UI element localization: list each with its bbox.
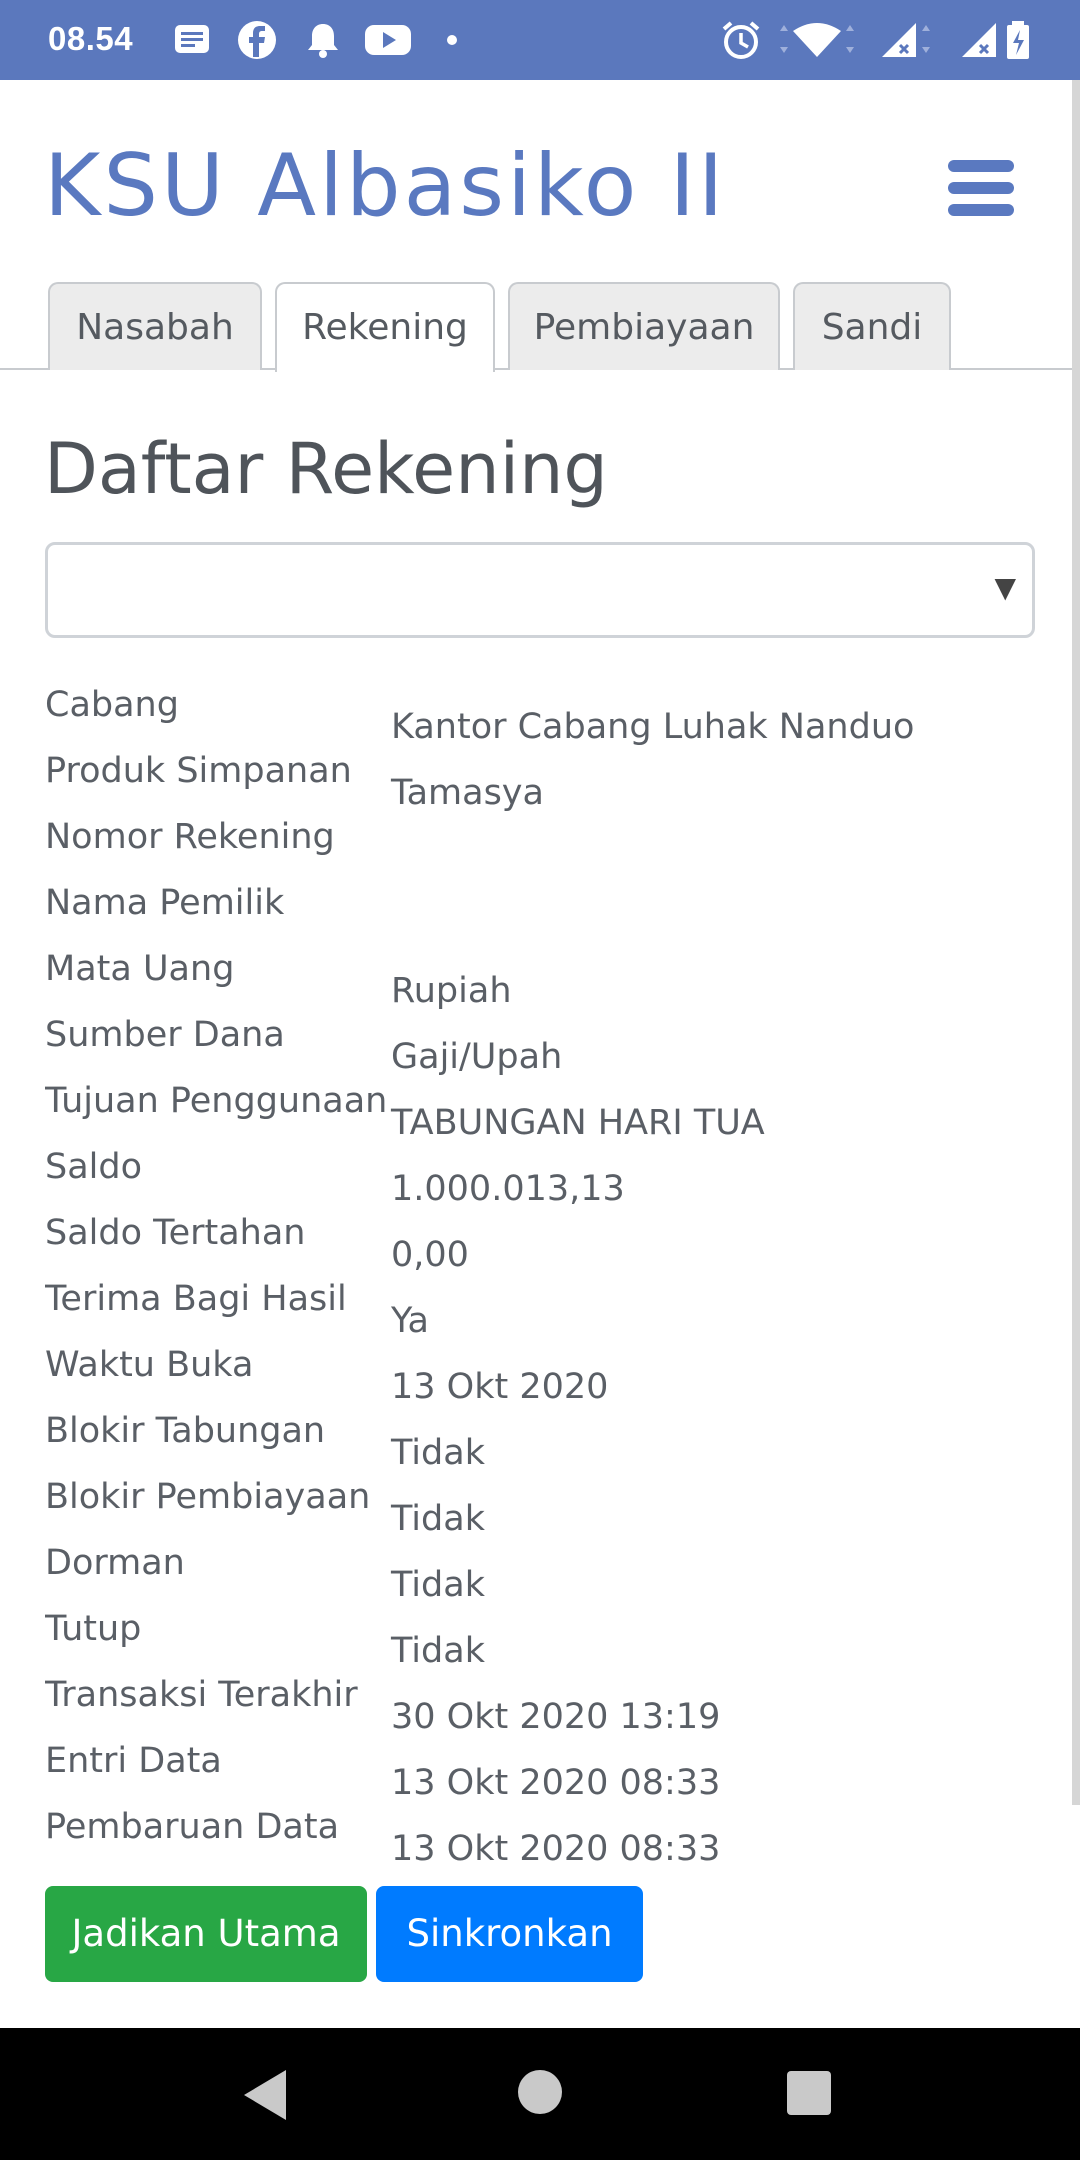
- account-details: CabangKantor Cabang Luhak Nanduo Produk …: [45, 672, 1035, 1869]
- detail-row: CabangKantor Cabang Luhak Nanduo: [45, 672, 1035, 747]
- detail-row: TutupTidak: [45, 1596, 1035, 1671]
- account-select[interactable]: ▼: [45, 542, 1035, 638]
- detail-label: Waktu Buka: [45, 1345, 254, 1385]
- home-icon[interactable]: [518, 2070, 562, 2114]
- system-nav-bar: [0, 2028, 1080, 2160]
- detail-row: Entri Data13 Okt 2020 08:33: [45, 1728, 1035, 1803]
- detail-label: Produk Simpanan: [45, 751, 352, 791]
- detail-label: Sumber Dana: [45, 1015, 285, 1055]
- sync-button[interactable]: Sinkronkan: [376, 1886, 643, 1982]
- detail-row: Nama Pemilik: [45, 870, 1035, 936]
- detail-row: Waktu Buka13 Okt 2020: [45, 1332, 1035, 1407]
- detail-label: Tutup: [45, 1609, 142, 1649]
- detail-label: Dorman: [45, 1543, 185, 1583]
- wifi-icon: [780, 23, 854, 57]
- tab-bar: Nasabah Rekening Pembiayaan Sandi: [0, 280, 1080, 372]
- message-icon: [175, 25, 209, 53]
- alarm-icon: [722, 21, 760, 59]
- detail-label: Nomor Rekening: [45, 817, 335, 857]
- detail-row: Tujuan PenggunaanTABUNGAN HARI TUA: [45, 1068, 1035, 1143]
- tab-rekening[interactable]: Rekening: [275, 282, 495, 372]
- tab-sandi[interactable]: Sandi: [793, 282, 951, 370]
- tab-nasabah[interactable]: Nasabah: [48, 282, 262, 370]
- detail-label: Pembaruan Data: [45, 1807, 340, 1847]
- detail-label: Entri Data: [45, 1741, 222, 1781]
- status-time: 08.54: [48, 20, 134, 57]
- detail-value: 13 Okt 2020 08:33: [391, 1829, 721, 1869]
- youtube-icon: [365, 25, 411, 55]
- detail-label: Mata Uang: [45, 949, 235, 989]
- detail-label: Cabang: [45, 685, 179, 725]
- bell-icon: [308, 24, 338, 58]
- detail-row: Terima Bagi HasilYa: [45, 1266, 1035, 1341]
- dot-icon: [447, 35, 457, 45]
- app-brand-title[interactable]: KSU Albasiko II: [44, 136, 726, 236]
- scrollbar[interactable]: [1072, 80, 1080, 1805]
- recent-apps-icon[interactable]: [787, 2071, 831, 2115]
- back-icon[interactable]: [244, 2070, 286, 2120]
- detail-row: Blokir PembiayaanTidak: [45, 1464, 1035, 1539]
- detail-value: Tamasya: [391, 773, 544, 813]
- detail-row: Saldo1.000.013,13: [45, 1134, 1035, 1209]
- detail-row: DormanTidak: [45, 1530, 1035, 1605]
- page-title: Daftar Rekening: [44, 428, 608, 510]
- facebook-icon: [238, 21, 276, 59]
- detail-label: Nama Pemilik: [45, 883, 285, 923]
- detail-row: Transaksi Terakhir30 Okt 2020 13:19: [45, 1662, 1035, 1737]
- hamburger-icon[interactable]: [948, 160, 1014, 216]
- detail-row: Pembaruan Data 13 Okt 2020 08:33: [45, 1794, 1035, 1869]
- detail-row: Sumber DanaGaji/Upah: [45, 1002, 1035, 1077]
- detail-label: Blokir Pembiayaan: [45, 1477, 371, 1517]
- detail-label: Transaksi Terakhir: [45, 1675, 358, 1715]
- tab-pembiayaan[interactable]: Pembiayaan: [508, 282, 780, 370]
- set-primary-button[interactable]: Jadikan Utama: [45, 1886, 367, 1982]
- detail-row: Mata UangRupiah: [45, 936, 1035, 1011]
- signal-icon: [962, 23, 996, 57]
- detail-label: Tujuan Penggunaan: [45, 1081, 388, 1121]
- battery-icon: [1007, 21, 1029, 59]
- status-bar: 08.54: [0, 0, 1080, 80]
- signal-icon: [882, 23, 930, 57]
- chevron-down-icon: ▼: [994, 571, 1016, 604]
- detail-label: Saldo: [45, 1147, 143, 1187]
- detail-label: Saldo Tertahan: [45, 1213, 306, 1253]
- detail-label: Blokir Tabungan: [45, 1411, 326, 1451]
- detail-label: Terima Bagi Hasil: [45, 1279, 347, 1319]
